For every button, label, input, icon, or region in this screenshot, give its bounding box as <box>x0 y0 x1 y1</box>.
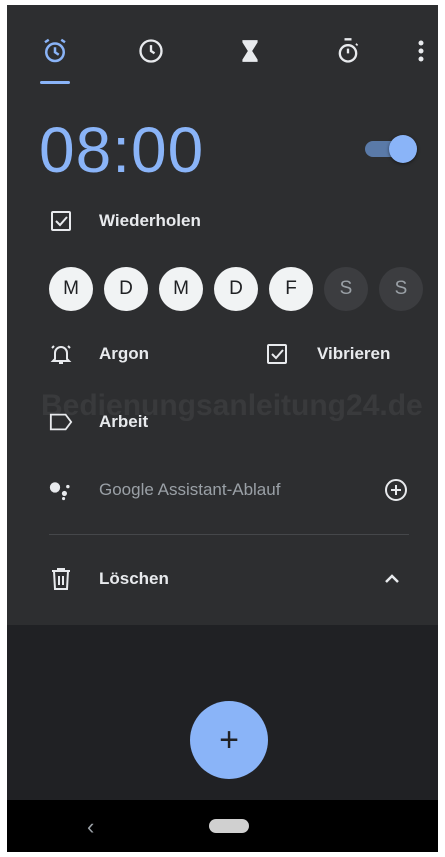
alarm-time[interactable]: 08:00 <box>39 113 204 187</box>
alarm-card: 08:00 Wiederholen M D M D F S S Argon Vi… <box>7 5 438 625</box>
alarm-label-text: Arbeit <box>99 412 149 431</box>
chevron-up-icon[interactable] <box>380 567 404 591</box>
day-monday[interactable]: M <box>49 267 93 311</box>
repeat-label: Wiederholen <box>99 211 201 230</box>
label-tag-icon <box>49 410 73 434</box>
day-tuesday[interactable]: D <box>104 267 148 311</box>
system-nav-bar: ‹ <box>7 800 438 852</box>
trash-icon <box>49 567 73 591</box>
stopwatch-icon[interactable] <box>330 33 366 69</box>
toggle-thumb <box>389 135 417 163</box>
checkbox-checked-icon[interactable] <box>49 209 73 233</box>
home-pill-icon[interactable] <box>209 819 249 833</box>
tab-bar <box>7 5 438 95</box>
google-assistant-icon <box>49 478 73 502</box>
active-tab-indicator <box>40 81 70 84</box>
assistant-routine-label: Google Assistant-Ablauf <box>99 480 281 499</box>
assistant-row[interactable]: Google Assistant-Ablauf <box>49 478 280 502</box>
alarm-toggle[interactable] <box>365 135 417 163</box>
vibrate-label: Vibrieren <box>317 344 391 363</box>
day-saturday[interactable]: S <box>324 267 368 311</box>
delete-row[interactable]: Löschen <box>49 567 169 591</box>
day-sunday[interactable]: S <box>379 267 423 311</box>
ringtone-row[interactable]: Argon <box>49 342 149 366</box>
weekday-selector: M D M D F S S <box>49 267 423 311</box>
add-circle-icon[interactable] <box>384 478 408 502</box>
label-row[interactable]: Arbeit <box>49 410 148 434</box>
phone-screen: 08:00 Wiederholen M D M D F S S Argon Vi… <box>7 5 438 852</box>
day-thursday[interactable]: D <box>214 267 258 311</box>
alarm-icon[interactable] <box>37 33 73 69</box>
delete-label: Löschen <box>99 569 169 588</box>
vibrate-row[interactable]: Vibrieren <box>265 342 390 366</box>
day-wednesday[interactable]: M <box>159 267 203 311</box>
bell-icon <box>49 342 73 366</box>
more-options-icon[interactable] <box>409 33 433 69</box>
add-alarm-button[interactable]: + <box>190 701 268 779</box>
repeat-row[interactable]: Wiederholen <box>49 209 201 233</box>
checkbox-checked-icon[interactable] <box>265 342 289 366</box>
add-icon: + <box>219 721 239 759</box>
back-icon[interactable]: ‹ <box>87 814 94 840</box>
divider <box>49 534 409 535</box>
day-friday[interactable]: F <box>269 267 313 311</box>
clock-icon[interactable] <box>133 33 169 69</box>
timer-icon[interactable] <box>232 33 268 69</box>
ringtone-label: Argon <box>99 344 150 363</box>
